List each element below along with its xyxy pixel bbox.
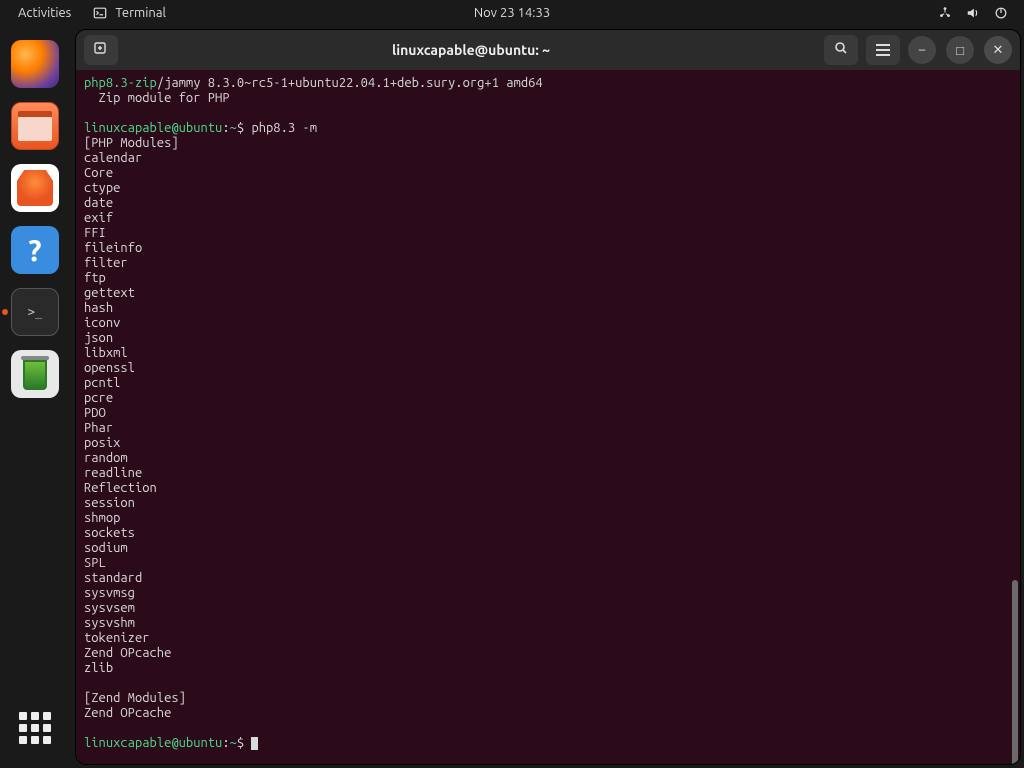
hamburger-menu[interactable] (866, 35, 900, 65)
dock-trash[interactable] (11, 350, 59, 398)
search-button[interactable] (824, 35, 858, 65)
scrollbar[interactable] (1010, 70, 1020, 764)
hamburger-icon (876, 44, 890, 56)
terminal-menu-icon (93, 6, 107, 20)
gnome-top-panel: Activities Terminal Nov 23 14:33 (0, 0, 1024, 26)
maximize-button[interactable]: □ (946, 36, 974, 64)
terminal-window: linuxcapable@ubuntu: ~ – □ ✕ php8.3-zip/… (76, 30, 1020, 764)
dock-firefox[interactable] (11, 40, 59, 88)
scrollbar-thumb[interactable] (1012, 580, 1018, 764)
maximize-icon: □ (956, 43, 964, 58)
new-tab-icon (93, 40, 109, 60)
dock-files[interactable] (11, 102, 59, 150)
show-applications[interactable] (15, 708, 55, 748)
terminal-output[interactable]: php8.3-zip/jammy 8.3.0~rc5-1+ubuntu22.04… (76, 70, 1020, 764)
network-icon[interactable] (938, 6, 952, 20)
app-menu[interactable]: Terminal (93, 6, 166, 20)
search-icon (833, 40, 849, 60)
minimize-icon: – (919, 43, 925, 57)
window-title: linuxcapable@ubuntu: ~ (126, 42, 816, 58)
activities-button[interactable]: Activities (18, 6, 71, 20)
minimize-button[interactable]: – (908, 36, 936, 64)
volume-icon[interactable] (966, 6, 980, 20)
dock-help[interactable]: ? (11, 226, 59, 274)
app-menu-label: Terminal (115, 6, 166, 20)
close-button[interactable]: ✕ (984, 36, 1012, 64)
window-titlebar[interactable]: linuxcapable@ubuntu: ~ – □ ✕ (76, 30, 1020, 70)
new-tab-button[interactable] (84, 35, 118, 65)
dock-terminal[interactable]: >_ (11, 288, 59, 336)
power-icon[interactable] (994, 6, 1008, 20)
dock-software[interactable] (11, 164, 59, 212)
clock[interactable]: Nov 23 14:33 (474, 6, 550, 20)
ubuntu-dock: ? >_ (0, 26, 70, 768)
close-icon: ✕ (993, 43, 1004, 58)
